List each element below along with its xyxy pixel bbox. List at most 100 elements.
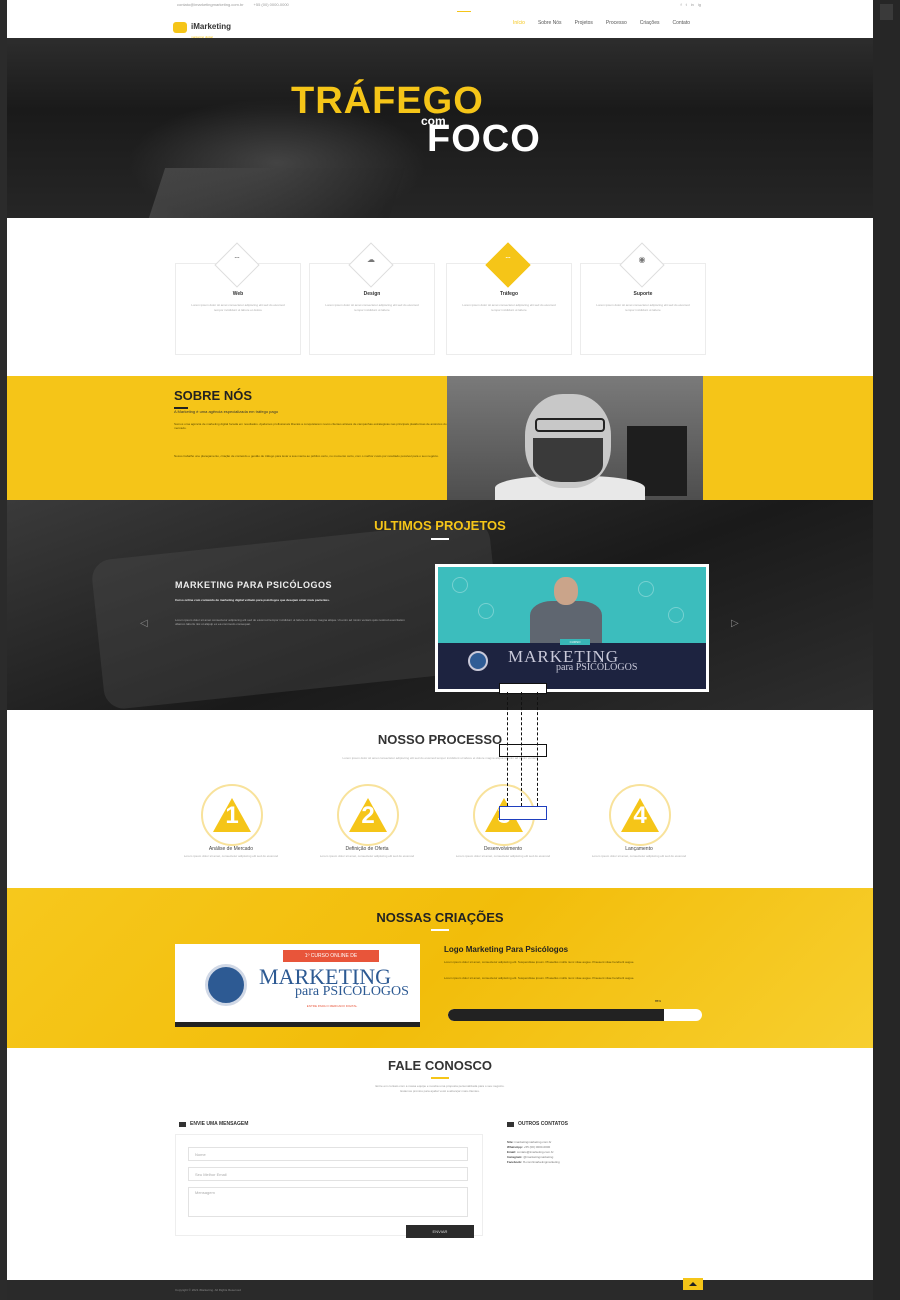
linkedin-icon[interactable]: in: [691, 2, 694, 7]
about-section: SOBRE NÓS A Marketing é uma agência espe…: [7, 376, 873, 500]
service-title: Tráfego: [499, 291, 519, 297]
projects-title: ULTIMOS PROJETOS: [374, 518, 506, 533]
nav-item-sobre[interactable]: Sobre Nós: [538, 20, 562, 26]
about-photo: [447, 376, 703, 500]
instagram-icon[interactable]: ig: [698, 2, 701, 7]
creations-section: NOSSAS CRIAÇÕES 1º CURSO ONLINE DE MARKE…: [7, 888, 873, 1048]
process-section: NOSSO PROCESSO Lorem ipsum dolor sit ame…: [7, 710, 873, 888]
step-description: Lorem ipsum dolor sit amet, consectetur …: [183, 854, 279, 858]
twitter-icon[interactable]: t: [686, 2, 687, 7]
project-lead: Curso online com conteúdo de marketing d…: [175, 598, 330, 602]
about-paragraph: Nosso trabalho une planejamento, criação…: [174, 454, 439, 458]
overlay-dashed-line: [521, 692, 522, 806]
thumbnail-subtitle: para PSICÓLOGOS: [556, 662, 638, 673]
carousel-prev-icon[interactable]: ◁: [140, 618, 148, 629]
service-card[interactable]: ☁ Design Lorem ipsum dolor sit amet cons…: [309, 242, 435, 355]
carousel-next-icon[interactable]: ▷: [731, 618, 739, 629]
about-title: SOBRE NÓS: [174, 388, 253, 403]
logo-icon: [173, 22, 187, 33]
service-description: Lorem ipsum dolor sit amet consectetur a…: [191, 303, 285, 312]
progress-bar: [448, 1009, 702, 1021]
creation-logo-tagline: ENTRE PARA O MERCADO DIGITAL: [306, 1004, 358, 1008]
title-divider: [431, 538, 449, 540]
info-heading-text: OUTROS CONTATOS: [518, 1121, 568, 1127]
info-heading: OUTROS CONTATOS: [507, 1121, 568, 1127]
step-number: 2: [361, 802, 375, 829]
about-subtitle: A Marketing é uma agência especializada …: [174, 409, 279, 414]
contact-form: Nome Seu Melhor Email Mensagem ENVIAR: [175, 1134, 483, 1238]
chat-icon: ◉: [638, 255, 646, 264]
back-to-top-button[interactable]: [683, 1278, 703, 1290]
creations-title: NOSSAS CRIAÇÕES: [376, 910, 504, 925]
hero-title-line1: TRÁFEGO: [291, 80, 484, 122]
step-label: Desenvolvimento: [483, 846, 523, 852]
header-email[interactable]: contato@imarketingmarketing.com.br: [177, 2, 244, 7]
hero-title-line3: FOCO: [427, 118, 541, 160]
header-phone: +55 (00) 0000-0000: [253, 2, 289, 7]
name-field[interactable]: Nome: [188, 1147, 468, 1161]
title-divider: [431, 929, 449, 931]
copyright-text: Copyright © 2021 iMarketing. All Rights …: [175, 1288, 241, 1292]
nav-item-processo[interactable]: Processo: [606, 20, 627, 26]
step-description: Lorem ipsum dolor sit amet, consectetur …: [319, 854, 415, 858]
step-number: 1: [225, 802, 239, 829]
progress-fill: [448, 1009, 664, 1021]
title-divider: [431, 1077, 449, 1079]
service-description: Lorem ipsum dolor sit amet consectetur a…: [596, 303, 690, 312]
process-subtitle: Lorem ipsum dolor sit amet consectetur a…: [342, 756, 538, 760]
email-field[interactable]: Seu Melhor Email: [188, 1167, 468, 1181]
service-description: Lorem ipsum dolor sit amet consectetur a…: [462, 303, 556, 312]
projects-section: ULTIMOS PROJETOS ◁ ▷ MARKETING PARA PSIC…: [7, 500, 873, 710]
nav-item-inicio[interactable]: Início: [513, 20, 525, 26]
step-label: Lançamento: [625, 846, 653, 852]
message-field[interactable]: Mensagem: [188, 1187, 468, 1217]
creation-logo-subtitle: para PSICÓLOGOS: [295, 984, 409, 999]
contact-info-list: Site: imarketingmarketing.com.br WhatsAp…: [507, 1140, 560, 1165]
scrollbar-thumb[interactable]: [880, 4, 893, 20]
services-section: ⌔ Web Lorem ipsum dolor sit amet consect…: [7, 218, 873, 376]
overlay-dashed-line: [537, 692, 538, 806]
nav-item-criacoes[interactable]: Criações: [640, 20, 660, 26]
contact-subtitle-line: Estamos prontos para ajudar você a alcan…: [400, 1089, 480, 1093]
contact-section: FALE CONOSCO Entre em contato com a noss…: [7, 1048, 873, 1280]
creation-paragraph: Lorem ipsum dolor sit amet, consectetur …: [444, 960, 635, 964]
site-logo[interactable]: iMarketing marketing digital: [173, 16, 231, 39]
project-title: MARKETING PARA PSICÓLOGOS: [175, 580, 333, 590]
project-thumbnail[interactable]: CURSO MARKETING para PSICÓLOGOS: [435, 564, 709, 692]
contact-title: FALE CONOSCO: [387, 1058, 492, 1073]
site-footer: Copyright © 2021 iMarketing. All Rights …: [7, 1278, 873, 1300]
wifi-icon: ⌔: [233, 255, 241, 264]
info-item: Facebook: fb.com/imarketingmarketing: [507, 1160, 560, 1164]
seal-icon: [205, 964, 247, 1006]
contact-subtitle: Entre em contato com a nossa equipe e re…: [7, 1084, 873, 1094]
step-label: Análise de Mercado: [208, 846, 254, 852]
service-description: Lorem ipsum dolor sit amet consectetur a…: [325, 303, 419, 312]
top-contact-info: contato@imarketingmarketing.com.br +55 (…: [177, 2, 289, 7]
overlay-dashed-line: [507, 692, 508, 806]
hero-banner: TRÁFEGO com FOCO: [7, 38, 873, 218]
service-card-highlighted[interactable]: ⌔ Tráfego Lorem ipsum dolor sit amet con…: [446, 242, 572, 355]
project-description: Lorem ipsum dolor sit amet consectetur a…: [175, 618, 405, 626]
nav-item-projetos[interactable]: Projetos: [575, 20, 593, 26]
logo-title: iMarketing: [191, 22, 232, 31]
service-card[interactable]: ◉ Suporte Lorem ipsum dolor sit amet con…: [580, 242, 706, 355]
vertical-scrollbar[interactable]: [873, 0, 900, 1300]
nav-active-indicator: [457, 11, 471, 12]
service-title: Suporte: [633, 291, 653, 297]
service-card[interactable]: ⌔ Web Lorem ipsum dolor sit amet consect…: [175, 242, 301, 355]
form-heading-text: ENVIE UMA MENSAGEM: [190, 1121, 249, 1127]
nav-item-contato[interactable]: Contato: [672, 20, 690, 26]
chat-icon: [507, 1121, 514, 1127]
site-header: contato@imarketingmarketing.com.br +55 (…: [7, 0, 873, 39]
social-links: f t in ig: [681, 2, 702, 7]
send-button[interactable]: ENVIAR: [406, 1225, 474, 1238]
website-page: contato@imarketingmarketing.com.br +55 (…: [7, 0, 873, 1300]
creation-image[interactable]: 1º CURSO ONLINE DE MARKETING para PSICÓL…: [175, 944, 420, 1027]
service-title: Web: [232, 291, 244, 297]
facebook-icon[interactable]: f: [681, 2, 682, 7]
about-paragraph: Somos uma agência de marketing digital f…: [174, 422, 447, 430]
step-description: Lorem ipsum dolor sit amet, consectetur …: [455, 854, 551, 858]
form-heading: ENVIE UMA MENSAGEM: [179, 1121, 248, 1127]
creation-title: Logo Marketing Para Psicólogos: [444, 945, 569, 954]
cloud-icon: ☁: [367, 255, 375, 264]
